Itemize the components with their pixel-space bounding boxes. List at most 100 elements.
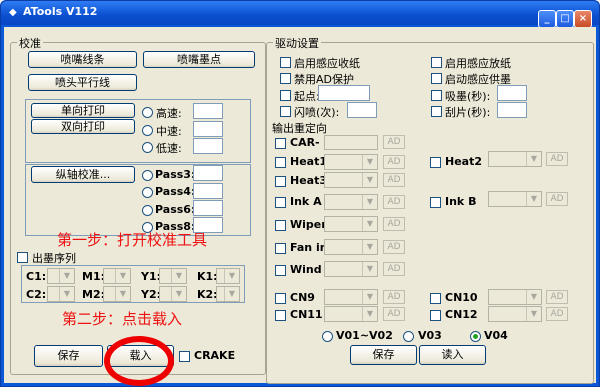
wiper-select[interactable]: ▼: [324, 216, 378, 232]
enable-feed-label: 启用感应放纸: [445, 57, 511, 70]
cn10-select[interactable]: ▼: [488, 289, 542, 305]
cn9-checkbox[interactable]: [275, 293, 286, 304]
cn12-select[interactable]: ▼: [488, 306, 542, 322]
wind-ad-button[interactable]: AD: [383, 262, 405, 276]
cn11-checkbox[interactable]: [275, 310, 286, 321]
wiper-checkbox[interactable]: [275, 220, 286, 231]
heat2-ad-button[interactable]: AD: [546, 152, 568, 166]
cn11-select[interactable]: ▼: [324, 306, 378, 322]
heat1-select[interactable]: ▼: [324, 154, 378, 170]
one-way-print-button[interactable]: 单向打印: [31, 103, 135, 118]
ink-supply-checkbox[interactable]: [431, 73, 442, 84]
suction-input[interactable]: [497, 85, 527, 101]
two-way-print-button[interactable]: 双向打印: [31, 119, 135, 134]
wind-select[interactable]: ▼: [324, 261, 378, 277]
m1-select[interactable]: ▼: [103, 268, 131, 284]
car-input[interactable]: [324, 135, 378, 150]
scrape-checkbox[interactable]: [431, 106, 442, 117]
cn10-label: CN10: [445, 291, 478, 304]
y2-select[interactable]: ▼: [159, 286, 187, 302]
minimize-icon[interactable]: _: [538, 10, 556, 28]
heat3-ad-button[interactable]: AD: [383, 173, 405, 187]
wind-checkbox[interactable]: [275, 265, 286, 276]
enable-feed-checkbox[interactable]: [431, 57, 442, 68]
cn12-label: CN12: [445, 308, 478, 321]
m2-select[interactable]: ▼: [103, 286, 131, 302]
v03-radio[interactable]: [403, 331, 414, 342]
inka-ad-button[interactable]: AD: [383, 195, 405, 209]
high-speed-radio[interactable]: [142, 107, 153, 118]
inkb-select[interactable]: ▼: [488, 191, 542, 207]
atools-window: ◆ ATools V112 _ □ × 校准 喷嘴线条 喷嘴墨点 喷头平行线 单…: [0, 0, 600, 387]
flash-input[interactable]: [347, 102, 377, 118]
head-parallel-button[interactable]: 喷头平行线: [28, 74, 137, 91]
k1-label: K1:: [197, 270, 218, 283]
high-speed-input[interactable]: [193, 103, 223, 119]
scrape-input[interactable]: [497, 102, 527, 118]
heat3-checkbox[interactable]: [275, 176, 286, 187]
nozzle-dot-button[interactable]: 喷嘴墨点: [143, 51, 255, 68]
cn9-ad-button[interactable]: AD: [383, 290, 405, 304]
start-point-checkbox[interactable]: [280, 90, 291, 101]
pass4-radio[interactable]: [142, 187, 153, 198]
fanin-ad-button[interactable]: AD: [383, 240, 405, 254]
pass6-input[interactable]: [193, 200, 223, 216]
heat1-checkbox[interactable]: [275, 157, 286, 168]
fanin-select[interactable]: ▼: [324, 239, 378, 255]
heat1-ad-button[interactable]: AD: [383, 155, 405, 169]
v01-v02-radio[interactable]: [322, 331, 333, 342]
v04-label: V04: [484, 329, 508, 342]
cn10-checkbox[interactable]: [430, 293, 441, 304]
pass3-input[interactable]: [193, 165, 223, 181]
k2-select[interactable]: ▼: [216, 286, 240, 302]
inkb-checkbox[interactable]: [430, 197, 441, 208]
mid-speed-input[interactable]: [193, 121, 223, 137]
flash-checkbox[interactable]: [280, 106, 291, 117]
mid-speed-radio[interactable]: [142, 125, 153, 136]
inka-select[interactable]: ▼: [324, 194, 378, 210]
car-ad-button[interactable]: AD: [383, 135, 405, 149]
vertical-calibration-button[interactable]: 纵轴校准...: [31, 166, 135, 183]
pass4-input[interactable]: [193, 183, 223, 199]
car-checkbox[interactable]: [275, 138, 286, 149]
c1-select[interactable]: ▼: [47, 268, 75, 284]
start-point-input[interactable]: [318, 85, 370, 101]
drive-save-button[interactable]: 保存: [350, 345, 417, 365]
heat3-select[interactable]: ▼: [324, 172, 378, 188]
pass3-radio[interactable]: [142, 170, 153, 181]
cn11-ad-button[interactable]: AD: [383, 307, 405, 321]
c2-select[interactable]: ▼: [47, 286, 75, 302]
maximize-icon[interactable]: □: [556, 10, 574, 28]
ink-order-checkbox[interactable]: [17, 252, 28, 263]
inkb-ad-button[interactable]: AD: [546, 192, 568, 206]
title-bar[interactable]: ◆ ATools V112 _ □ ×: [1, 1, 599, 28]
cn10-ad-button[interactable]: AD: [546, 290, 568, 304]
cn12-ad-button[interactable]: AD: [546, 307, 568, 321]
close-icon[interactable]: ×: [574, 10, 592, 28]
low-speed-radio[interactable]: [142, 142, 153, 153]
v04-radio[interactable]: [470, 331, 481, 342]
crake-label: CRAKE: [194, 349, 236, 362]
nozzle-line-button[interactable]: 喷嘴线条: [28, 51, 137, 68]
disable-ad-checkbox[interactable]: [280, 73, 291, 84]
step2-annotation: 第二步：点击载入: [62, 310, 183, 328]
low-speed-input[interactable]: [193, 138, 223, 154]
inka-checkbox[interactable]: [275, 197, 286, 208]
pass6-label: Pass6:: [155, 203, 196, 216]
cn9-select[interactable]: ▼: [324, 289, 378, 305]
cn9-label: CN9: [290, 291, 315, 304]
heat2-checkbox[interactable]: [430, 157, 441, 168]
drive-read-button[interactable]: 读入: [419, 345, 486, 365]
calibration-save-button[interactable]: 保存: [34, 345, 103, 367]
pass6-radio[interactable]: [142, 205, 153, 216]
m2-label: M2:: [82, 288, 105, 301]
crake-checkbox[interactable]: [179, 351, 190, 362]
wiper-ad-button[interactable]: AD: [383, 217, 405, 231]
heat2-select[interactable]: ▼: [488, 151, 542, 167]
y1-select[interactable]: ▼: [159, 268, 187, 284]
cn12-checkbox[interactable]: [430, 310, 441, 321]
k1-select[interactable]: ▼: [216, 268, 240, 284]
fanin-checkbox[interactable]: [275, 243, 286, 254]
suction-checkbox[interactable]: [431, 90, 442, 101]
enable-take-up-checkbox[interactable]: [280, 57, 291, 68]
